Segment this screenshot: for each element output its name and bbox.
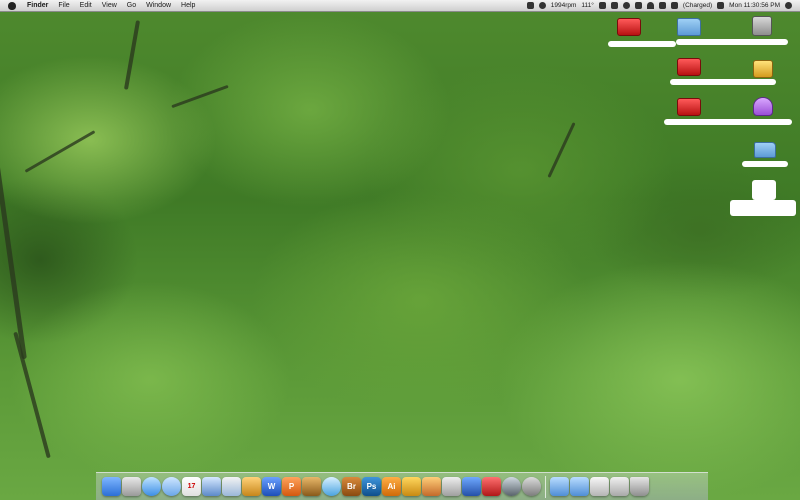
- photoshop-icon[interactable]: Ps: [362, 477, 381, 496]
- redacted-label: [676, 39, 788, 45]
- desktop-drive-icon[interactable]: [617, 18, 641, 36]
- status-globe-icon[interactable]: [538, 2, 546, 9]
- ichat-icon[interactable]: [162, 477, 181, 496]
- iphoto-icon[interactable]: [422, 477, 441, 496]
- spotlight-icon[interactable]: [785, 2, 792, 9]
- redacted-label: [730, 200, 796, 216]
- redacted-label: [608, 41, 676, 47]
- desktop-cloud-icon[interactable]: [753, 97, 773, 116]
- battery-status[interactable]: (Charged): [683, 0, 712, 11]
- flag-icon[interactable]: [717, 2, 725, 9]
- menu-edit[interactable]: Edit: [75, 0, 97, 11]
- menu-go[interactable]: Go: [122, 0, 141, 11]
- dock-separator: [545, 475, 546, 498]
- wallpaper-branch: [13, 331, 51, 459]
- redacted-label: [742, 161, 788, 167]
- word-icon[interactable]: W: [262, 477, 281, 496]
- clock[interactable]: Mon 11:30:56 PM: [729, 0, 780, 11]
- fan-speed-readout[interactable]: 1994rpm: [551, 0, 577, 11]
- time-machine-icon[interactable]: [622, 2, 630, 9]
- wifi-icon[interactable]: [646, 2, 654, 9]
- status-monitor-icon[interactable]: [598, 2, 606, 9]
- garageband-icon[interactable]: [302, 477, 321, 496]
- app-icon[interactable]: [402, 477, 421, 496]
- desktop-hard-drive-icon[interactable]: [752, 16, 772, 36]
- menu-help[interactable]: Help: [176, 0, 200, 11]
- menu-app-finder[interactable]: Finder: [22, 0, 53, 11]
- bridge-icon[interactable]: Br: [342, 477, 361, 496]
- safari-icon[interactable]: [142, 477, 161, 496]
- wallpaper-branch: [24, 130, 96, 173]
- desktop-folder-icon[interactable]: [677, 18, 701, 36]
- app-icon[interactable]: [242, 477, 261, 496]
- preview-icon[interactable]: [442, 477, 461, 496]
- desktop-drive-icon[interactable]: [677, 98, 701, 116]
- menu-window[interactable]: Window: [141, 0, 176, 11]
- status-app-icon[interactable]: [526, 2, 534, 9]
- temperature-readout[interactable]: 111°: [581, 0, 593, 11]
- redacted-label: [670, 79, 776, 85]
- documents-folder-icon[interactable]: [570, 477, 589, 496]
- wallpaper-branch: [171, 84, 229, 109]
- apple-menu-icon[interactable]: [8, 1, 16, 10]
- imovie-icon[interactable]: [462, 477, 481, 496]
- wallpaper-branch: [0, 160, 27, 360]
- menu-bar: Finder File Edit View Go Window Help 199…: [0, 0, 800, 12]
- applications-folder-icon[interactable]: [550, 477, 569, 496]
- redacted-label: [664, 119, 792, 125]
- powerpoint-icon[interactable]: P: [282, 477, 301, 496]
- stack-icon[interactable]: [590, 477, 609, 496]
- grapher-icon[interactable]: [222, 477, 241, 496]
- status-area: 1994rpm 111° (Charged) Mon 11:30:56 PM: [526, 0, 792, 11]
- wallpaper-branch: [123, 20, 141, 90]
- finder-icon[interactable]: [102, 477, 121, 496]
- wallpaper-branch: [547, 122, 576, 178]
- dvd-player-icon[interactable]: [502, 477, 521, 496]
- menu-view[interactable]: View: [97, 0, 122, 11]
- redacted-icon: [752, 180, 776, 200]
- status-sync-icon[interactable]: [610, 2, 618, 9]
- illustrator-icon[interactable]: Ai: [382, 477, 401, 496]
- battery-icon[interactable]: [670, 2, 678, 9]
- app-icon[interactable]: [482, 477, 501, 496]
- desktop-drive-icon[interactable]: [677, 58, 701, 76]
- dock: 17 W P Br Ps Ai: [96, 472, 708, 500]
- ical-icon[interactable]: 17: [182, 477, 201, 496]
- bluetooth-icon[interactable]: [634, 2, 642, 9]
- volume-icon[interactable]: [658, 2, 666, 9]
- desktop-package-icon[interactable]: [753, 60, 773, 78]
- script-editor-icon[interactable]: [202, 477, 221, 496]
- trash-icon[interactable]: [630, 477, 649, 496]
- menu-file[interactable]: File: [53, 0, 74, 11]
- stack-icon[interactable]: [610, 477, 629, 496]
- itunes-icon[interactable]: [322, 477, 341, 496]
- mail-icon[interactable]: [122, 477, 141, 496]
- system-preferences-icon[interactable]: [522, 477, 541, 496]
- desktop-folder-icon[interactable]: [754, 142, 776, 158]
